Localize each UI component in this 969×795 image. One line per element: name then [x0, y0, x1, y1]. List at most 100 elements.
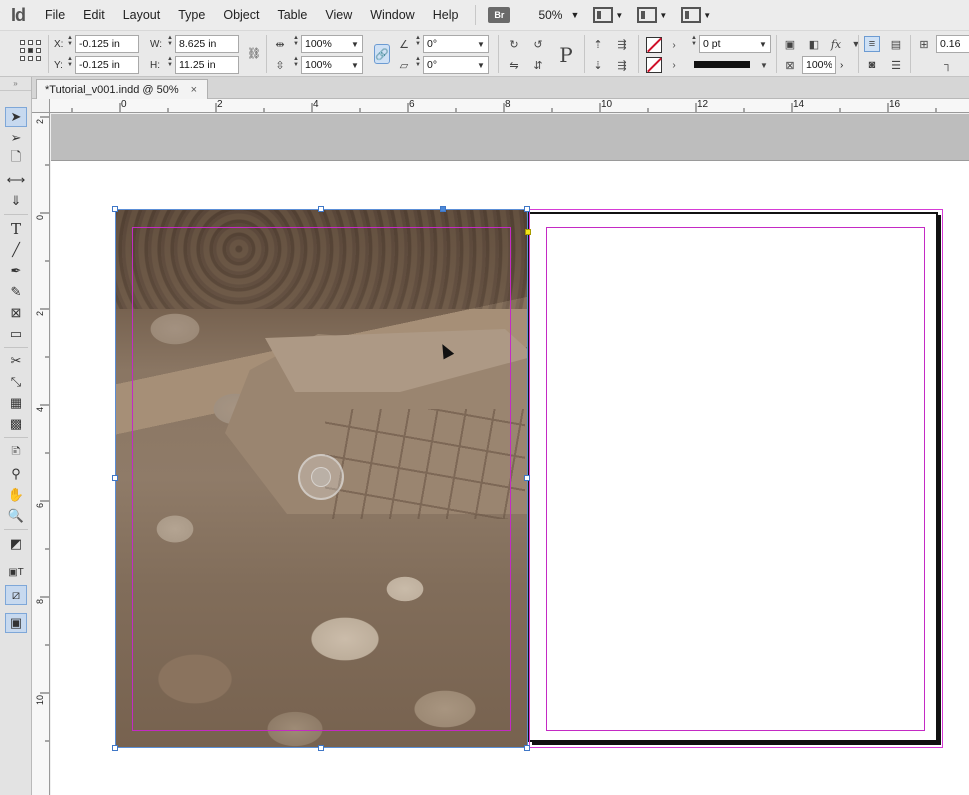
drop-shadow-icon[interactable]: ▣	[782, 36, 798, 52]
resize-handle-middle-left[interactable]	[112, 475, 118, 481]
chevron-down-icon[interactable]: ▼	[351, 40, 363, 49]
screen-mode-normal-icon[interactable]: ▣	[5, 613, 27, 633]
chevron-down-icon[interactable]: ▼	[477, 40, 489, 49]
screen-mode-button[interactable]: ▼	[637, 7, 667, 23]
h-spinner[interactable]: ▲ ▼	[166, 56, 174, 74]
rotate-ccw-icon[interactable]: ↺	[530, 36, 546, 52]
corner-shape-icon[interactable]: ┐	[940, 57, 956, 73]
ref-point[interactable]	[20, 56, 25, 61]
ref-point[interactable]	[36, 56, 41, 61]
ref-point[interactable]	[28, 48, 33, 53]
live-corners-handle[interactable]	[525, 229, 531, 235]
select-previous-icon[interactable]: ⇶	[614, 36, 630, 52]
zoom-tool-icon[interactable]: 🔍	[5, 506, 27, 526]
document-tab[interactable]: *Tutorial_v001.indd @ 50% ×	[36, 79, 209, 99]
x-input[interactable]	[75, 35, 139, 53]
auto-fit-icon[interactable]: ⊞	[916, 36, 932, 52]
apply-none-icon[interactable]: ⧄	[5, 585, 27, 605]
flip-vertical-icon[interactable]: ⇵	[530, 57, 546, 73]
gap-tool-icon[interactable]: ⟷	[5, 170, 27, 190]
ruler-origin[interactable]	[32, 99, 50, 113]
content-collector-tool-icon[interactable]: ⇓	[5, 191, 27, 211]
gradient-swatch-tool-icon[interactable]: ▦	[5, 393, 27, 413]
w-spinner[interactable]: ▲ ▼	[166, 35, 174, 53]
chevron-down-icon[interactable]: ▼	[477, 61, 489, 70]
y-spinner[interactable]: ▲ ▼	[66, 56, 74, 74]
reference-point-icon[interactable]	[20, 40, 42, 62]
chevron-down-icon[interactable]: ▼	[351, 61, 363, 70]
chevron-down-icon[interactable]: ▼	[848, 36, 864, 52]
text-wrap-jump-icon[interactable]: ☰	[888, 57, 904, 73]
scale-y-spinner[interactable]: ▲ ▼	[292, 56, 300, 74]
menu-view[interactable]: View	[316, 8, 361, 22]
type-tool-icon[interactable]: T	[5, 219, 27, 239]
panel-grip[interactable]: »	[0, 77, 31, 91]
ref-point[interactable]	[36, 48, 41, 53]
scale-x-spinner[interactable]: ▲ ▼	[292, 35, 300, 53]
resize-handle-top-right[interactable]	[524, 206, 530, 212]
constrain-proportions-icon[interactable]: ⛓	[246, 45, 262, 61]
ref-point[interactable]	[28, 56, 33, 61]
shear-spinner[interactable]: ▲ ▼	[414, 56, 422, 74]
stroke-weight-spinner[interactable]: ▲ ▼	[690, 35, 698, 53]
eyedropper-tool-icon[interactable]: ⚲	[5, 464, 27, 484]
select-content-icon[interactable]: ⇣	[590, 57, 606, 73]
menu-edit[interactable]: Edit	[74, 8, 114, 22]
horizontal-ruler[interactable]: 0 2 4 6 8 10 12 14 16	[50, 99, 969, 113]
rectangle-frame-tool-icon[interactable]: ⊠	[5, 303, 27, 323]
opacity-input[interactable]	[802, 56, 836, 74]
rotate-cw-icon[interactable]: ↻	[506, 36, 522, 52]
resize-handle-bottom-center[interactable]	[318, 745, 324, 751]
arrange-documents-button[interactable]: ▼	[681, 7, 711, 23]
menu-file[interactable]: File	[36, 8, 74, 22]
scissors-tool-icon[interactable]: ✂	[5, 351, 27, 371]
menu-type[interactable]: Type	[169, 8, 214, 22]
effects-box-icon[interactable]: ◧	[806, 36, 822, 52]
ref-point[interactable]	[20, 48, 25, 53]
resize-handle-top-marker[interactable]	[440, 206, 446, 212]
y-input[interactable]	[75, 56, 139, 74]
chevron-down-icon[interactable]: ▼	[756, 57, 772, 73]
select-container-icon[interactable]: ⇡	[590, 36, 606, 52]
fill-stroke-swatch-icon[interactable]: ◩	[5, 534, 27, 554]
formatting-container-icon[interactable]: ▣T	[5, 562, 27, 582]
zoom-level-dropdown[interactable]: 50% ▼	[538, 8, 579, 22]
text-wrap-bounding-icon[interactable]: ▤	[888, 36, 904, 52]
free-transform-tool-icon[interactable]: ⤡	[5, 372, 27, 392]
pen-tool-icon[interactable]: ✒	[5, 261, 27, 281]
content-grabber-icon[interactable]	[298, 454, 344, 500]
line-tool-icon[interactable]: ╱	[5, 240, 27, 260]
w-input[interactable]	[175, 35, 239, 53]
chevron-right-icon[interactable]: ›	[666, 57, 682, 73]
selection-tool-icon[interactable]: ➤	[5, 107, 27, 127]
direct-selection-tool-icon[interactable]: ➢	[5, 128, 27, 148]
pencil-tool-icon[interactable]: ✎	[5, 282, 27, 302]
ref-point[interactable]	[28, 40, 33, 45]
menu-object[interactable]: Object	[214, 8, 268, 22]
chevron-down-icon[interactable]: ▼	[759, 40, 771, 49]
gradient-feather-tool-icon[interactable]: ▩	[5, 414, 27, 434]
resize-handle-middle-right[interactable]	[524, 475, 530, 481]
pasteboard[interactable]	[51, 114, 969, 795]
resize-handle-top-left[interactable]	[112, 206, 118, 212]
rectangle-tool-icon[interactable]: ▭	[5, 324, 27, 344]
vertical-ruler[interactable]: 2 0 2 4 6 8 10	[32, 99, 50, 795]
page-tool-icon[interactable]: 🗋	[5, 149, 27, 169]
stroke-swatch-icon[interactable]	[646, 57, 662, 73]
select-next-icon[interactable]: ⇶	[614, 57, 630, 73]
resize-handle-bottom-left[interactable]	[112, 745, 118, 751]
menu-table[interactable]: Table	[268, 8, 316, 22]
ref-point[interactable]	[36, 40, 41, 45]
link-scale-icon[interactable]: 🔗	[374, 44, 390, 64]
ref-point[interactable]	[20, 40, 25, 45]
h-input[interactable]	[175, 56, 239, 74]
resize-handle-bottom-right[interactable]	[524, 745, 530, 751]
effects-fx-icon[interactable]: fx	[828, 36, 844, 52]
stroke-type-preview[interactable]	[694, 61, 750, 68]
menu-layout[interactable]: Layout	[114, 8, 170, 22]
fill-swatch-icon[interactable]	[646, 37, 662, 53]
corner-size-input[interactable]	[936, 35, 969, 53]
rotation-spinner[interactable]: ▲ ▼	[414, 35, 422, 53]
note-tool-icon[interactable]: 🗈	[5, 443, 27, 463]
text-wrap-none-icon[interactable]: ≡	[864, 36, 880, 52]
